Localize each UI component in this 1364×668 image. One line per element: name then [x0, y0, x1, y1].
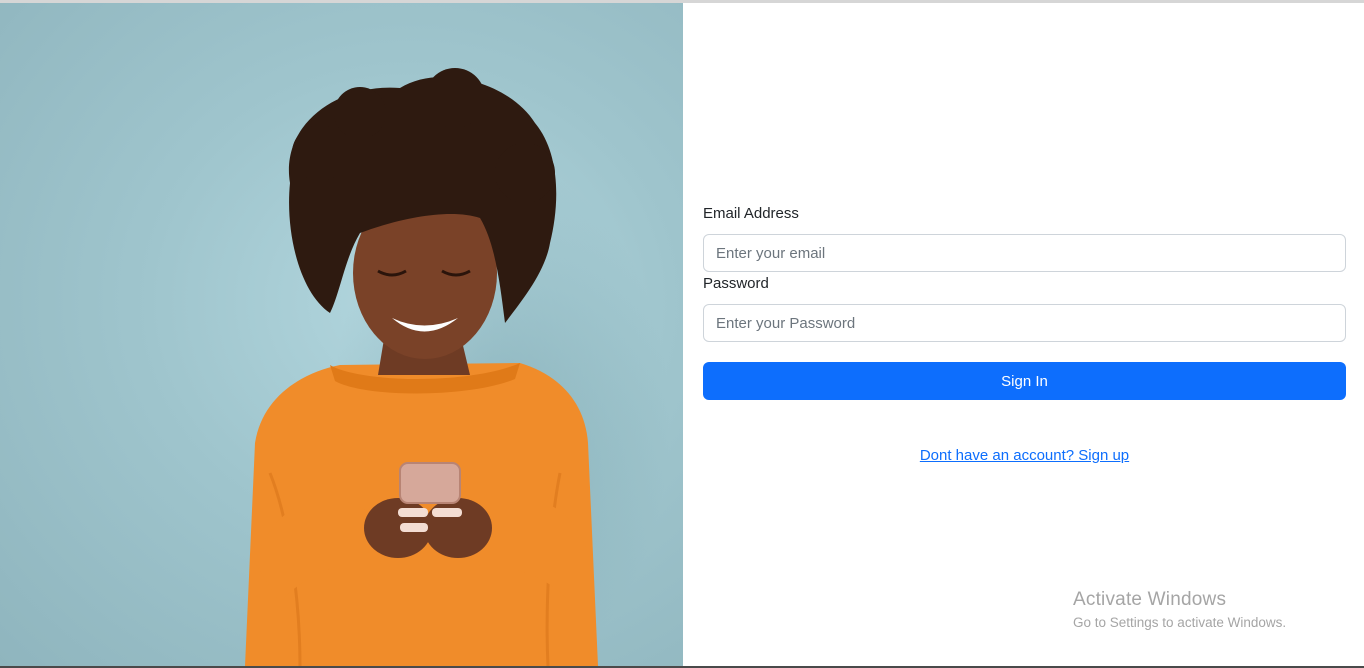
hero-image	[0, 3, 683, 666]
sign-up-link[interactable]: Dont have an account? Sign up	[920, 447, 1129, 464]
email-input[interactable]	[703, 234, 1346, 272]
person-with-phone-illustration	[245, 68, 670, 666]
windows-activation-watermark: Activate Windows Go to Settings to activ…	[1073, 589, 1286, 630]
signup-row: Dont have an account? Sign up	[683, 447, 1364, 464]
login-panel: Email Address Password Sign In Dont have…	[683, 3, 1364, 666]
password-input[interactable]	[703, 304, 1346, 342]
watermark-subtitle: Go to Settings to activate Windows.	[1073, 615, 1287, 630]
watermark-title: Activate Windows	[1073, 589, 1227, 610]
email-label: Email Address	[703, 205, 799, 222]
password-label: Password	[703, 275, 769, 292]
sign-in-button[interactable]: Sign In	[703, 362, 1346, 400]
